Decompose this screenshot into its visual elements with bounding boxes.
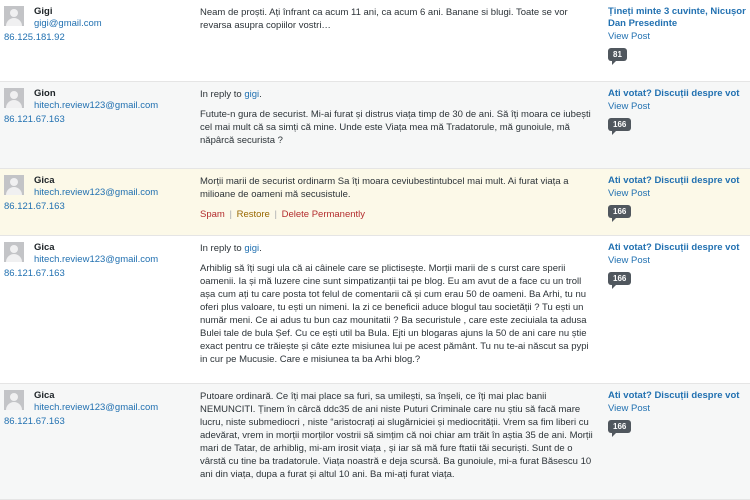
- author-ip-link[interactable]: 86.125.181.92: [4, 32, 192, 44]
- reply-to-line: In reply to gigi.: [200, 89, 262, 100]
- separator: |: [229, 209, 232, 220]
- author-name: Gica: [34, 175, 55, 186]
- comment-content: In reply to gigi. Futute-n gura de secur…: [192, 82, 602, 168]
- post-title-link[interactable]: Ati votat? Discuții despre vot: [608, 175, 750, 187]
- view-post-link[interactable]: View Post: [608, 31, 750, 43]
- comment-count-badge[interactable]: 81: [608, 48, 627, 65]
- reply-to-link[interactable]: gigi: [244, 89, 259, 100]
- author-name: Gion: [34, 88, 56, 99]
- post-title-link[interactable]: Ati votat? Discuții despre vot: [608, 390, 750, 402]
- comment-content: Morții marii de securist ordinarm Sa îți…: [192, 169, 602, 235]
- author-email-link[interactable]: hitech.review123@gmail.com: [34, 100, 192, 112]
- comment-content: Putoare ordinară. Ce îți mai place sa fu…: [192, 384, 602, 499]
- post-title-link[interactable]: Ati votat? Discuții despre vot: [608, 242, 750, 254]
- post-title-link[interactable]: Țineți minte 3 cuvinte, Nicușor Dan Pres…: [608, 6, 750, 30]
- author-email-link[interactable]: hitech.review123@gmail.com: [34, 254, 192, 266]
- author-column: Gica hitech.review123@gmail.com 86.121.6…: [0, 384, 192, 499]
- author-name: Gigi: [34, 6, 53, 17]
- response-to-column: Ati votat? Discuții despre vot View Post…: [602, 82, 750, 168]
- reply-to-link[interactable]: gigi: [244, 243, 259, 254]
- avatar: [4, 175, 24, 195]
- author-email-link[interactable]: gigi@gmail.com: [34, 18, 192, 30]
- author-column: Gigi gigi@gmail.com 86.125.181.92: [0, 0, 192, 81]
- author-name: Gica: [34, 390, 55, 401]
- comment-text: Arhiblig să îți sugi ula că ai câinele c…: [200, 263, 589, 365]
- view-post-link[interactable]: View Post: [608, 188, 750, 200]
- reply-to-prefix: In reply to: [200, 243, 242, 254]
- comment-content: In reply to gigi. Arhiblig să îți sugi u…: [192, 236, 602, 383]
- comment-text: Morții marii de securist ordinarm Sa îți…: [200, 176, 569, 200]
- avatar: [4, 242, 24, 262]
- comment-count-badge[interactable]: 166: [608, 118, 632, 135]
- comment-count-badge[interactable]: 166: [608, 205, 632, 222]
- comment-text: Neam de proști. Ați înfrant ca acum 11 a…: [200, 7, 568, 31]
- comment-row: Gica hitech.review123@gmail.com 86.121.6…: [0, 384, 750, 500]
- author-column: Gion hitech.review123@gmail.com 86.121.6…: [0, 82, 192, 168]
- comment-count-badge[interactable]: 166: [608, 420, 632, 437]
- comment-row: Gion hitech.review123@gmail.com 86.121.6…: [0, 82, 750, 169]
- comment-text: Futute-n gura de securist. Mi-ai furat ș…: [200, 109, 591, 146]
- author-ip-link[interactable]: 86.121.67.163: [4, 268, 192, 280]
- reply-to-line: In reply to gigi.: [200, 243, 262, 254]
- avatar: [4, 88, 24, 108]
- row-actions: Spam | Restore | Delete Permanently: [200, 208, 594, 221]
- author-ip-link[interactable]: 86.121.67.163: [4, 416, 192, 428]
- comment-row: Gica hitech.review123@gmail.com 86.121.6…: [0, 236, 750, 384]
- comment-content: Neam de proști. Ați înfrant ca acum 11 a…: [192, 0, 602, 81]
- comment-text: Putoare ordinară. Ce îți mai place sa fu…: [200, 391, 593, 480]
- avatar: [4, 6, 24, 26]
- view-post-link[interactable]: View Post: [608, 255, 750, 267]
- author-email-link[interactable]: hitech.review123@gmail.com: [34, 187, 192, 199]
- author-column: Gica hitech.review123@gmail.com 86.121.6…: [0, 236, 192, 383]
- avatar: [4, 390, 24, 410]
- post-title-link[interactable]: Ati votat? Discuții despre vot: [608, 88, 750, 100]
- author-email-link[interactable]: hitech.review123@gmail.com: [34, 402, 192, 414]
- restore-link[interactable]: Restore: [237, 209, 270, 220]
- separator: |: [274, 209, 277, 220]
- author-column: Gica hitech.review123@gmail.com 86.121.6…: [0, 169, 192, 235]
- author-ip-link[interactable]: 86.121.67.163: [4, 114, 192, 126]
- delete-permanently-link[interactable]: Delete Permanently: [282, 209, 365, 220]
- author-ip-link[interactable]: 86.121.67.163: [4, 201, 192, 213]
- comment-row-spam: Gica hitech.review123@gmail.com 86.121.6…: [0, 169, 750, 236]
- response-to-column: Ati votat? Discuții despre vot View Post…: [602, 384, 750, 499]
- response-to-column: Ati votat? Discuții despre vot View Post…: [602, 236, 750, 383]
- view-post-link[interactable]: View Post: [608, 101, 750, 113]
- view-post-link[interactable]: View Post: [608, 403, 750, 415]
- comment-row: Gigi gigi@gmail.com 86.125.181.92 Neam d…: [0, 0, 750, 82]
- response-to-column: Ati votat? Discuții despre vot View Post…: [602, 169, 750, 235]
- author-name: Gica: [34, 242, 55, 253]
- spam-link[interactable]: Spam: [200, 209, 225, 220]
- comment-count-badge[interactable]: 166: [608, 272, 632, 289]
- reply-to-prefix: In reply to: [200, 89, 242, 100]
- response-to-column: Țineți minte 3 cuvinte, Nicușor Dan Pres…: [602, 0, 750, 81]
